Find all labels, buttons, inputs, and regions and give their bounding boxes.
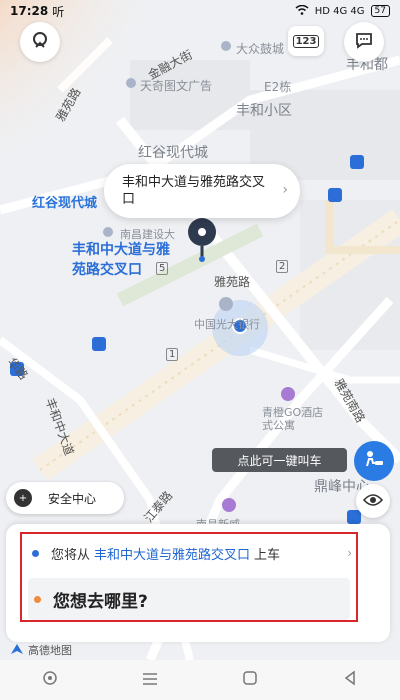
route-badge-2: 2	[276, 260, 289, 273]
shield-plus-icon: +	[14, 489, 32, 507]
pickup-dot	[32, 549, 39, 557]
amap-logo-text: 高德地图	[28, 644, 72, 657]
poi-fenghe-xiaoqu: 丰和小区	[236, 103, 292, 119]
battery-icon: 57	[370, 5, 390, 17]
car-hail-icon	[363, 448, 385, 474]
poi-tianqi: 天奇图文广告	[140, 79, 213, 93]
pickup-suffix: 上车	[254, 547, 281, 563]
nav-menu-icon[interactable]	[142, 671, 158, 690]
avatar-button[interactable]	[20, 22, 60, 62]
destination-dot	[34, 595, 41, 603]
chevron-right-icon: ›	[347, 546, 352, 560]
message-button[interactable]	[344, 22, 384, 62]
avatar-icon	[30, 30, 50, 54]
route-badge-1: 1	[166, 348, 179, 361]
system-nav-bar	[0, 660, 400, 700]
poi-qingcheng-go: 青橙GO酒店式公寓	[262, 406, 324, 432]
poi-honggu-modern: 红谷现代城	[138, 145, 208, 161]
safety-center-button[interactable]: + 安全中心	[6, 482, 124, 514]
pin-label: 丰和中大道与雅 苑路交叉口	[72, 240, 170, 280]
pickup-callout-text: 丰和中大道与雅苑路交叉口	[122, 175, 266, 207]
pickup-callout[interactable]: 丰和中大道与雅苑路交叉口 ›	[104, 164, 300, 218]
nav-assist-icon[interactable]	[42, 670, 58, 690]
eye-icon	[362, 492, 384, 511]
status-indicators: HD 4G 4G 57	[295, 4, 390, 18]
amap-icon	[10, 643, 24, 658]
plate-label: 123	[292, 34, 320, 48]
amap-logo: 高德地图	[10, 642, 72, 658]
wifi-icon	[295, 4, 309, 18]
pin-label-line1: 丰和中大道与雅	[72, 242, 170, 258]
nav-home-icon[interactable]	[242, 670, 258, 690]
poi-honggu-modern-blue: 红谷现代城	[32, 196, 98, 211]
nav-back-icon[interactable]	[342, 670, 358, 690]
locate-button[interactable]	[356, 484, 390, 518]
safety-center-label: 安全中心	[48, 491, 97, 506]
status-bar: 17:28 听 HD 4G 4G 57	[0, 0, 400, 22]
pickup-row[interactable]: 您将从 丰和中大道与雅苑路交叉口 上车 ›	[32, 542, 352, 564]
status-time: 17:28	[10, 4, 49, 18]
plate-button[interactable]: 123	[288, 26, 324, 56]
poi-zhongguo-bank: 中国光大银行	[194, 318, 260, 331]
chat-icon	[354, 30, 374, 54]
road-label-yaoyuan: 雅苑路	[214, 275, 251, 289]
poi-dazhong: 大众鼓城	[236, 42, 285, 56]
one-tap-call-button[interactable]	[354, 441, 394, 481]
pickup-place: 丰和中大道与雅苑路交叉口	[94, 547, 251, 563]
status-carrier: 听	[52, 4, 65, 19]
destination-prompt: 您想去哪里?	[53, 591, 148, 612]
pin-label-line2: 苑路交叉口	[72, 262, 142, 278]
pickup-prefix: 您将从	[51, 547, 91, 563]
one-tap-call-tooltip: 点此可一键叫车	[212, 448, 347, 472]
signal-text: HD 4G 4G	[314, 5, 365, 17]
chevron-right-icon: ›	[282, 182, 288, 198]
destination-input[interactable]: 您想去哪里?	[28, 578, 350, 620]
poi-e2: E2栋	[264, 80, 292, 94]
